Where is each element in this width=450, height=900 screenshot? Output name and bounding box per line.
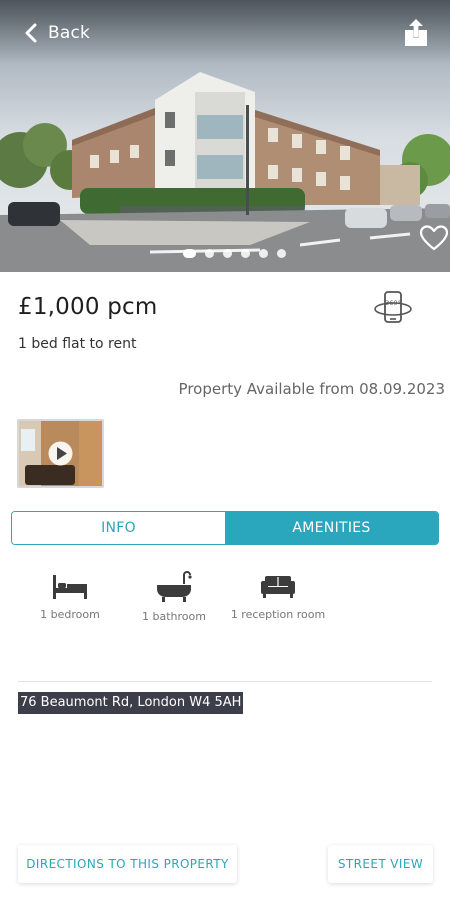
- directions-button[interactable]: DIRECTIONS TO THIS PROPERTY: [18, 845, 237, 883]
- virtual-tour-360-icon[interactable]: 360°: [372, 288, 414, 330]
- property-address[interactable]: 76 Beaumont Rd, London W4 5AH: [18, 692, 244, 714]
- favorite-heart-icon[interactable]: [419, 224, 449, 252]
- pagination-dot[interactable]: [222, 249, 232, 258]
- amenity-reception-rooms: 1 reception room: [228, 570, 328, 621]
- amenity-label: 1 reception room: [230, 608, 326, 621]
- pagination-dot[interactable]: [182, 249, 196, 258]
- tab-info[interactable]: INFO: [12, 512, 225, 544]
- pagination-dot[interactable]: [258, 249, 268, 258]
- detail-tabs: INFO AMENITIES: [11, 511, 439, 545]
- availability-date: Property Available from 08.09.2023: [178, 380, 445, 398]
- video-thumbnail[interactable]: [17, 419, 104, 488]
- sofa-icon: [261, 576, 295, 598]
- property-photo[interactable]: Back: [0, 0, 450, 272]
- back-label: Back: [48, 23, 91, 43]
- amenity-bathrooms: 1 bathroom: [138, 570, 210, 623]
- pagination-dot[interactable]: [276, 249, 286, 258]
- pagination-dot[interactable]: [204, 249, 214, 258]
- svg-text:360°: 360°: [385, 299, 401, 307]
- amenity-label: 1 bathroom: [142, 610, 206, 623]
- tab-amenities[interactable]: AMENITIES: [225, 512, 438, 544]
- share-icon[interactable]: [402, 18, 430, 48]
- back-button[interactable]: Back: [22, 20, 90, 46]
- pagination-dot[interactable]: [240, 249, 250, 258]
- price: £1,000 pcm: [18, 294, 158, 320]
- amenity-label: 1 bedroom: [40, 608, 100, 621]
- property-type: 1 bed flat to rent: [18, 336, 137, 352]
- bed-icon: [53, 575, 87, 599]
- amenity-bedrooms: 1 bedroom: [37, 570, 103, 621]
- gallery-pagination: [0, 249, 450, 261]
- street-view-button[interactable]: STREET VIEW: [328, 845, 433, 883]
- chevron-left-icon: [25, 23, 37, 43]
- bathtub-icon: [157, 571, 192, 602]
- divider: [18, 681, 432, 682]
